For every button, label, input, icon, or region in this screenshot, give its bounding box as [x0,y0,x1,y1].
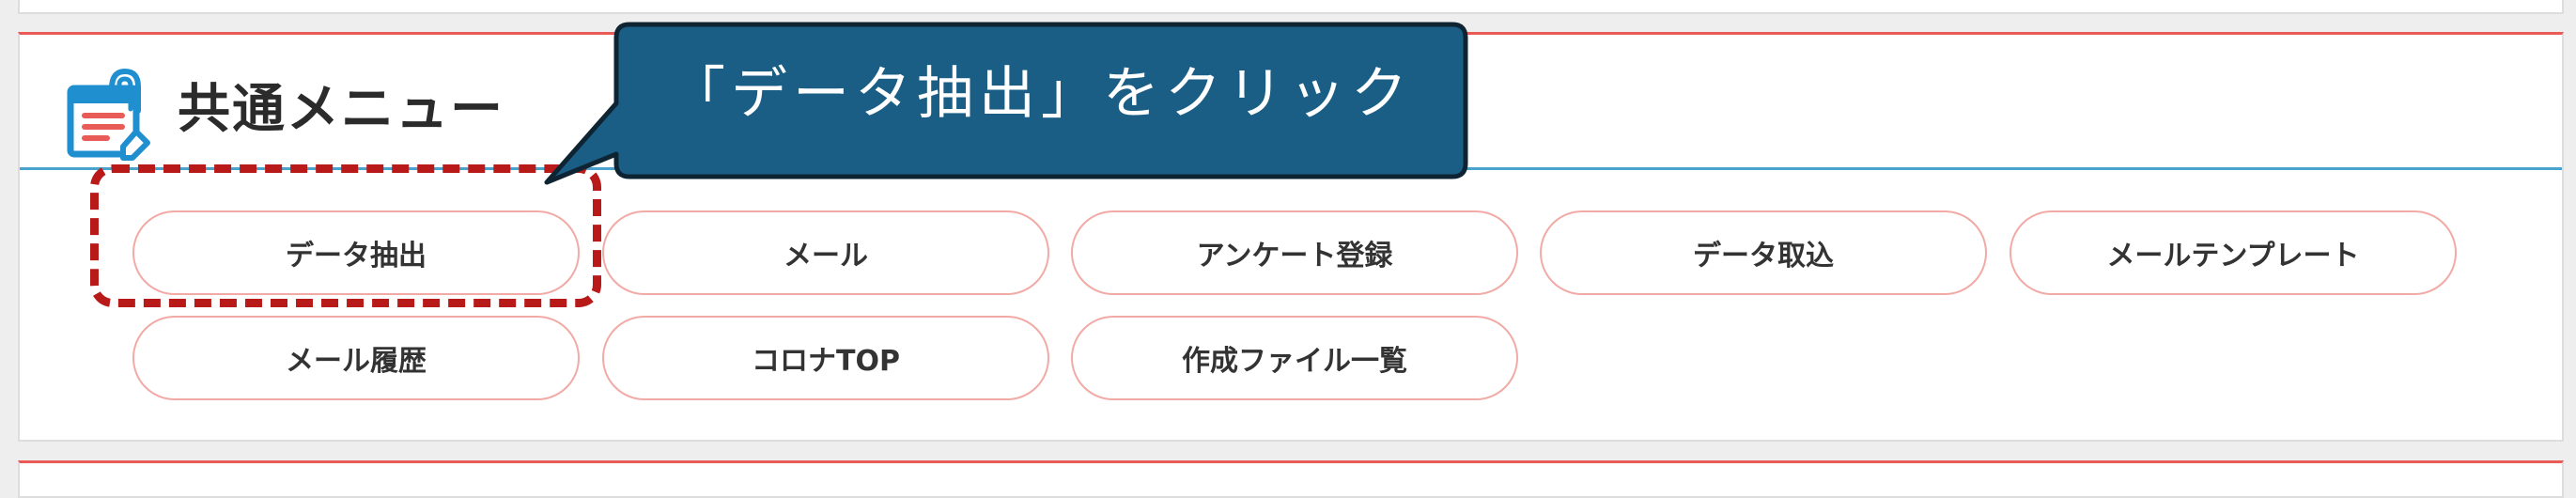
corona-top-button[interactable]: コロナTOP [602,316,1049,400]
notepad-icon [67,68,150,161]
mail-button[interactable]: メール [602,210,1049,295]
page-title: 共通メニュー [178,79,504,140]
mail-history-button[interactable]: メール履歴 [132,316,580,400]
previous-panel [18,0,2564,14]
next-panel [18,460,2564,498]
data-import-button[interactable]: データ取込 [1540,210,1987,295]
survey-register-button[interactable]: アンケート登録 [1071,210,1518,295]
mail-template-button[interactable]: メールテンプレート [2010,210,2457,295]
file-list-button[interactable]: 作成ファイル一覧 [1071,316,1518,400]
data-extract-highlight [90,164,601,307]
